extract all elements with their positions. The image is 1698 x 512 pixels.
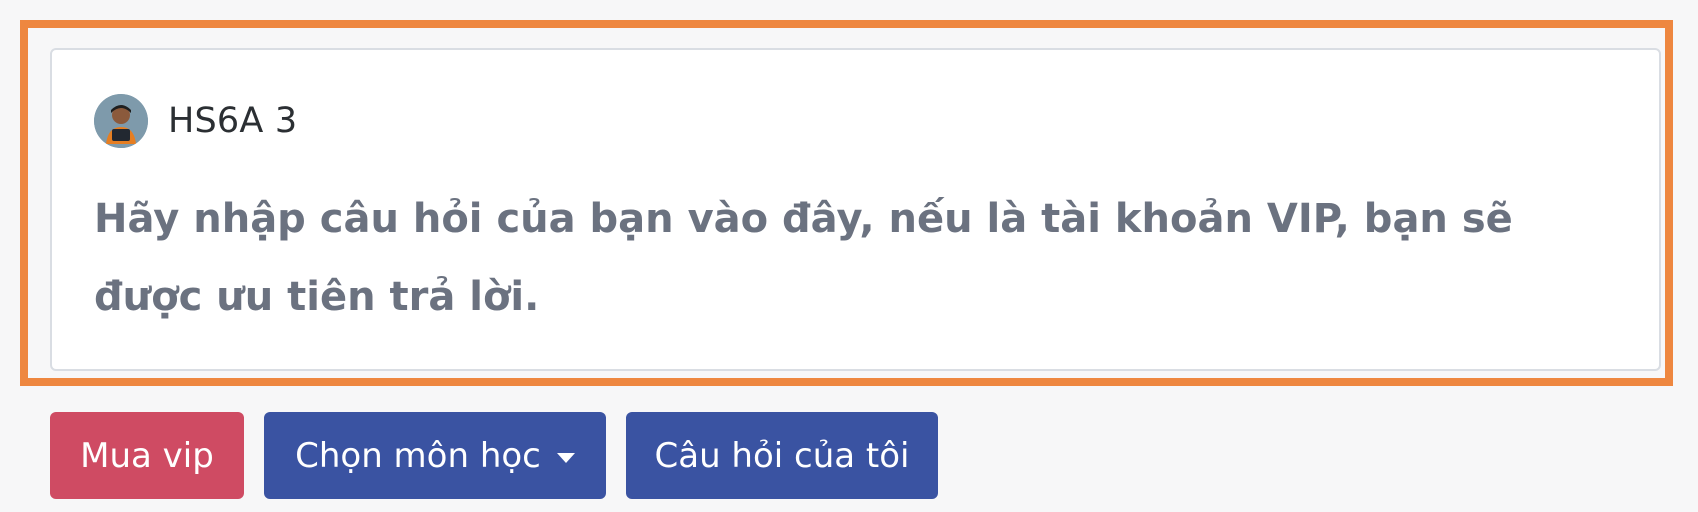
question-card[interactable]: HS6A 3 Hãy nhập câu hỏi của bạn vào đây,… (50, 48, 1661, 371)
my-questions-label: Câu hỏi của tôi (654, 435, 910, 476)
author-row: HS6A 3 (94, 94, 297, 148)
choose-subject-dropdown[interactable]: Chọn môn học (264, 412, 606, 499)
action-buttons: Mua vip Chọn môn học Câu hỏi của tôi (50, 412, 938, 499)
username: HS6A 3 (168, 101, 298, 141)
question-placeholder[interactable]: Hãy nhập câu hỏi của bạn vào đây, nếu là… (94, 180, 1594, 336)
caret-down-icon (556, 452, 575, 463)
buy-vip-button[interactable]: Mua vip (50, 412, 244, 499)
choose-subject-label: Chọn môn học (295, 435, 541, 476)
student-avatar-icon (94, 94, 148, 148)
buy-vip-label: Mua vip (80, 435, 214, 476)
my-questions-button[interactable]: Câu hỏi của tôi (626, 412, 938, 499)
